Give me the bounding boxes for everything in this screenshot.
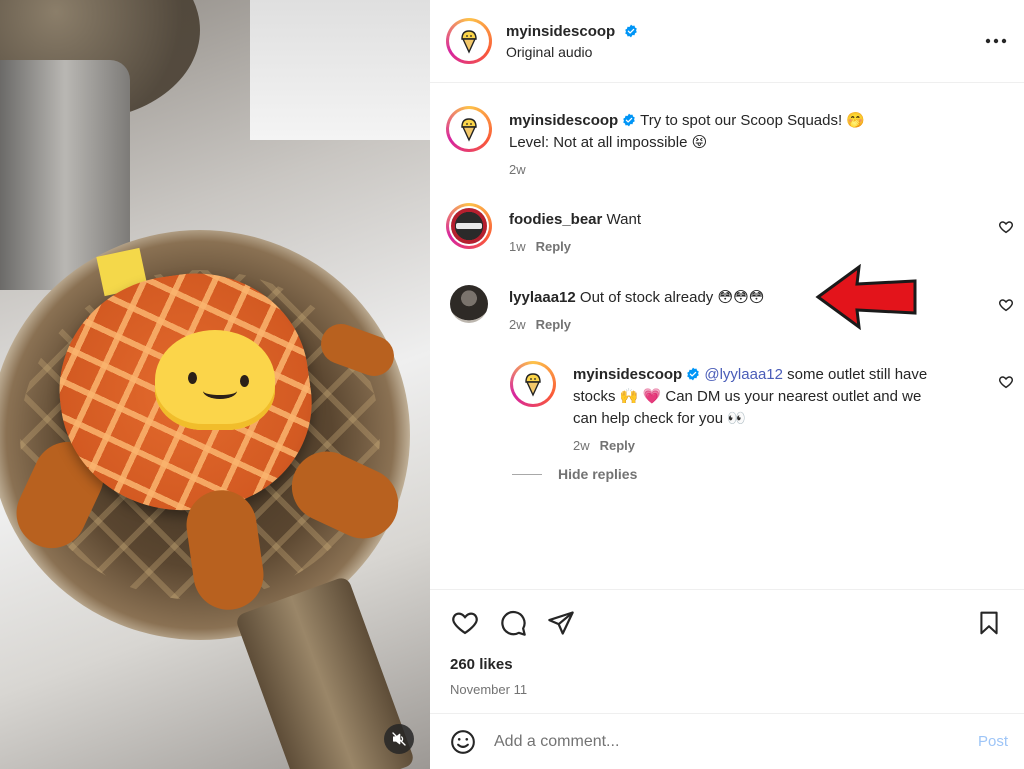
comment-item: foodies_bear Want 1w Reply <box>446 203 641 254</box>
reply-text-line3: can help check for you 👀 <box>573 410 746 427</box>
avatar[interactable] <box>510 361 556 407</box>
reply-time[interactable]: 2w <box>573 438 590 453</box>
hide-replies-divider <box>512 473 542 475</box>
plush-eye-left <box>188 372 197 384</box>
reply-username[interactable]: myinsidescoop <box>573 366 682 383</box>
caption-text-line2: Level: Not at all impossible 😝 <box>509 134 708 151</box>
comment-username[interactable]: lyylaaa12 <box>509 289 576 306</box>
more-options-button[interactable] <box>984 29 1008 53</box>
comment-time[interactable]: 2w <box>509 317 526 332</box>
avatar[interactable] <box>450 285 488 323</box>
machine-background <box>250 0 430 140</box>
ice-cream-logo-icon <box>461 118 477 142</box>
avatar[interactable] <box>446 203 492 249</box>
plush-eye-right <box>240 375 249 387</box>
caption: myinsidescoop Try to spot our Scoop Squa… <box>446 106 865 177</box>
heart-icon <box>452 612 478 635</box>
post-header: myinsidescoop Original audio <box>430 0 1024 83</box>
post-date: November 11 <box>450 682 528 697</box>
reply-button[interactable]: Reply <box>536 239 571 254</box>
reply-item: myinsidescoop @lyylaaa12 some outlet sti… <box>510 361 927 453</box>
mute-button[interactable] <box>384 724 414 754</box>
verified-badge-icon <box>623 113 635 127</box>
like-comment-heart-icon[interactable] <box>998 374 1014 390</box>
plush-smile <box>203 383 237 399</box>
more-horizontal-icon <box>985 38 1007 44</box>
header-username[interactable]: myinsidescoop <box>506 23 615 40</box>
like-comment-heart-icon[interactable] <box>998 219 1014 235</box>
like-button[interactable] <box>450 608 480 638</box>
annotation-arrow-icon <box>815 264 917 330</box>
save-button[interactable] <box>974 608 1004 638</box>
ice-cream-logo-icon <box>461 30 477 54</box>
reply-button[interactable]: Reply <box>536 317 571 332</box>
action-bar: 260 likes November 11 <box>430 589 1024 697</box>
comments-section: myinsidescoop Try to spot our Scoop Squa… <box>430 84 1024 589</box>
verified-badge-icon <box>624 24 637 37</box>
paper-plane-icon <box>548 611 574 635</box>
reply-button[interactable]: Reply <box>600 438 635 453</box>
likes-count[interactable]: 260 likes <box>450 656 1004 673</box>
audio-label[interactable]: Original audio <box>506 44 638 60</box>
add-comment-bar: Post <box>430 713 1024 769</box>
comment-time[interactable]: 1w <box>509 239 526 254</box>
post-button[interactable]: Post <box>978 733 1008 750</box>
verified-badge-icon <box>687 367 699 381</box>
comment-text: Out of stock already 😳😳😳 <box>579 289 765 306</box>
comment-bubble-icon <box>501 610 526 636</box>
comment-item: lyylaaa12 Out of stock already 😳😳😳 2w Rep… <box>450 285 764 332</box>
hide-replies-button[interactable]: Hide replies <box>512 466 637 482</box>
caption-text-line1: Try to spot our Scoop Squads! 🤭 <box>640 112 866 129</box>
bookmark-icon <box>980 611 998 635</box>
reel-video[interactable] <box>0 0 430 769</box>
avatar[interactable] <box>446 106 492 152</box>
emoji-icon[interactable] <box>450 729 476 755</box>
reply-text-line1: some outlet still have <box>787 366 928 383</box>
mention-link[interactable]: @lyylaaa12 <box>704 366 783 383</box>
post-panel: myinsidescoop Original audio myinsidesco… <box>430 0 1024 769</box>
butter-face <box>155 330 275 430</box>
reply-text-line2: stocks 🙌 💗 Can DM us your nearest outlet… <box>573 388 922 405</box>
share-button[interactable] <box>546 608 576 638</box>
caption-time[interactable]: 2w <box>509 162 526 177</box>
comment-button[interactable] <box>498 608 528 638</box>
caption-username[interactable]: myinsidescoop <box>509 112 618 129</box>
comment-input[interactable] <box>494 732 978 751</box>
avatar[interactable] <box>446 18 492 64</box>
comment-username[interactable]: foodies_bear <box>509 211 602 228</box>
hide-replies-label: Hide replies <box>558 466 638 482</box>
speaker-muted-icon <box>392 732 406 746</box>
comment-text: Want <box>606 211 641 228</box>
ice-cream-logo-icon <box>525 373 541 397</box>
like-comment-heart-icon[interactable] <box>998 297 1014 313</box>
